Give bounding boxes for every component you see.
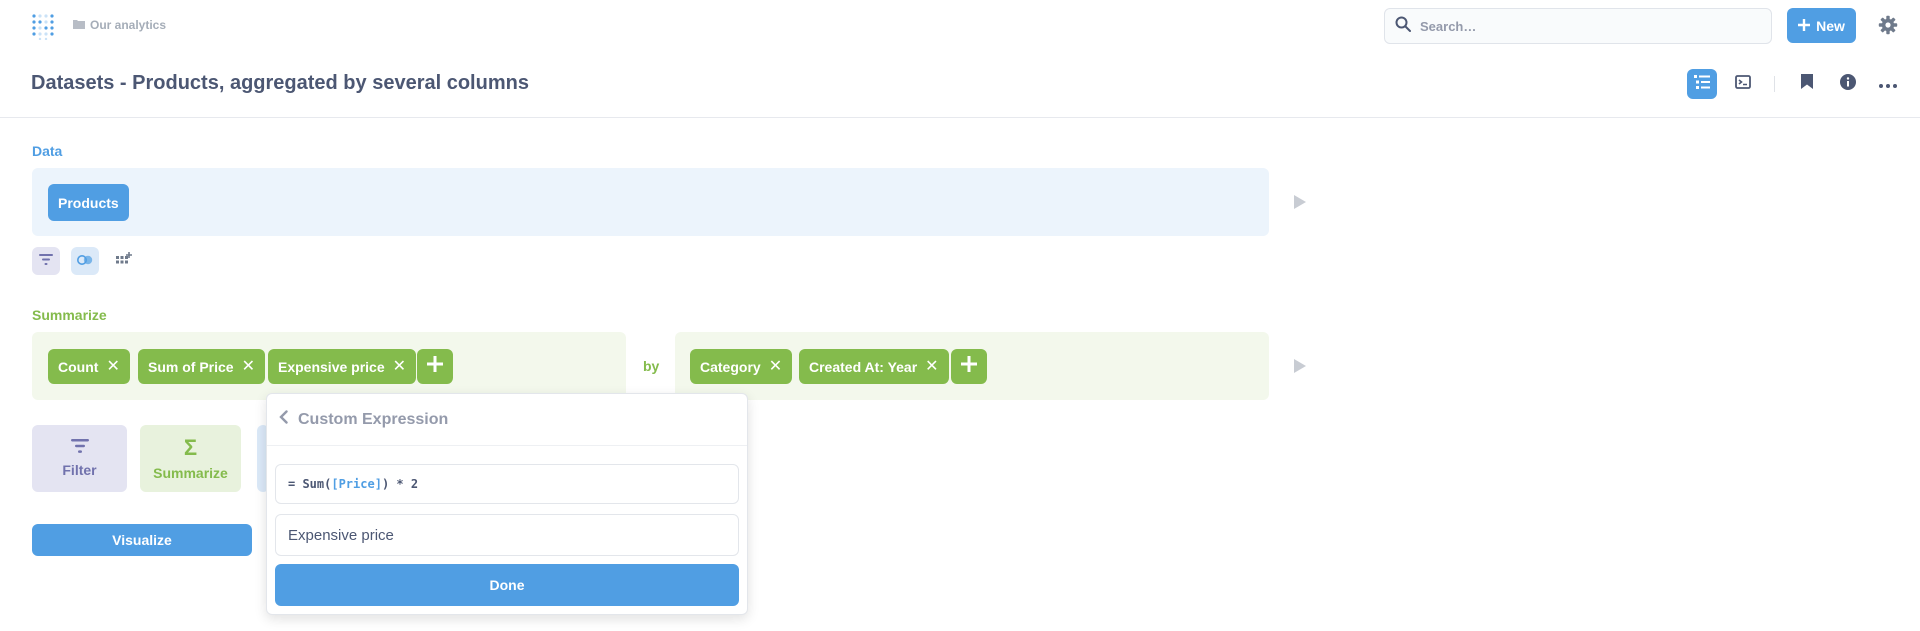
header-divider xyxy=(1774,76,1775,92)
more-options-button[interactable] xyxy=(1873,69,1903,99)
sigma-icon: Σ xyxy=(183,434,198,460)
bookmark-icon xyxy=(1801,74,1813,94)
data-step-container xyxy=(32,168,1269,236)
search-bar[interactable] xyxy=(1384,8,1772,44)
info-button[interactable] xyxy=(1833,69,1863,99)
plus-icon xyxy=(427,356,443,377)
search-input[interactable] xyxy=(1420,18,1740,34)
search-icon xyxy=(1395,16,1411,37)
plus-icon xyxy=(1798,18,1811,34)
plus-icon xyxy=(961,356,977,377)
info-icon xyxy=(1840,73,1856,95)
breadcrumb[interactable]: Our analytics xyxy=(73,18,166,32)
popover-title: Custom Expression xyxy=(298,410,449,428)
add-breakout-button[interactable] xyxy=(951,349,987,384)
add-metric-button[interactable] xyxy=(417,349,453,384)
add-column-icon xyxy=(116,251,132,271)
custom-expression-popover: Custom Expression = Sum([Price]) * 2 Don… xyxy=(266,393,748,615)
ellipsis-icon xyxy=(1879,75,1897,93)
metabase-logo-icon[interactable] xyxy=(32,12,56,41)
done-button[interactable]: Done xyxy=(275,564,739,606)
filter-icon xyxy=(70,439,89,456)
question-header: Datasets - Products, aggregated by sever… xyxy=(0,50,1920,118)
console-icon xyxy=(1735,74,1751,94)
sql-preview-button[interactable] xyxy=(1728,69,1758,99)
new-button-label: New xyxy=(1816,17,1845,34)
folder-icon xyxy=(73,18,85,32)
breadcrumb-collection[interactable]: Our analytics xyxy=(90,18,166,32)
preview-summarize-play-icon[interactable] xyxy=(1294,359,1306,373)
custom-column-mini-button[interactable] xyxy=(110,247,138,275)
preview-data-play-icon[interactable] xyxy=(1294,195,1306,209)
popover-header[interactable]: Custom Expression xyxy=(267,394,747,446)
visualize-button[interactable]: Visualize xyxy=(32,524,252,556)
by-label: by xyxy=(643,358,660,374)
expression-editor[interactable]: = Sum([Price]) * 2 xyxy=(275,464,739,504)
bookmark-button[interactable] xyxy=(1792,69,1822,99)
join-icon xyxy=(77,252,93,270)
metric-pill-count[interactable]: Count ✕ xyxy=(48,349,130,384)
breakout-label: Category xyxy=(700,358,761,375)
join-data-mini-button[interactable] xyxy=(71,247,99,275)
metric-label: Expensive price xyxy=(278,358,385,375)
expression-prefix: = Sum( xyxy=(288,477,332,491)
filter-action-button[interactable]: Filter xyxy=(32,425,127,492)
notebook-icon xyxy=(1694,74,1710,94)
gear-icon[interactable] xyxy=(1878,15,1898,35)
new-button[interactable]: New xyxy=(1787,8,1856,43)
data-step-label: Data xyxy=(32,143,63,159)
close-icon[interactable]: ✕ xyxy=(106,358,119,375)
close-icon[interactable]: ✕ xyxy=(925,358,938,375)
breakout-pill-created-at-year[interactable]: Created At: Year ✕ xyxy=(799,349,949,384)
filter-action-label: Filter xyxy=(62,462,97,478)
breakout-label: Created At: Year xyxy=(809,358,918,375)
close-icon[interactable]: ✕ xyxy=(393,358,406,375)
summarize-action-label: Summarize xyxy=(153,464,228,481)
expression-field-ref: [Price] xyxy=(331,477,382,491)
expression-suffix: ) * 2 xyxy=(381,477,419,491)
source-table-pill[interactable]: Products xyxy=(48,184,129,221)
summarize-step-label: Summarize xyxy=(32,307,107,323)
close-icon[interactable]: ✕ xyxy=(242,358,255,375)
metric-pill-expensive-price[interactable]: Expensive price ✕ xyxy=(268,349,417,384)
summarize-action-button[interactable]: Σ Summarize xyxy=(140,425,241,492)
metric-label: Count xyxy=(58,358,99,375)
metric-label: Sum of Price xyxy=(148,358,234,375)
top-nav-bar: Our analytics New xyxy=(0,0,1920,50)
chevron-left-icon[interactable] xyxy=(279,410,288,429)
close-icon[interactable]: ✕ xyxy=(769,358,782,375)
metric-pill-sum-of-price[interactable]: Sum of Price ✕ xyxy=(138,349,265,384)
expression-name-input[interactable] xyxy=(275,514,739,556)
page-title[interactable]: Datasets - Products, aggregated by sever… xyxy=(31,72,529,95)
add-filter-mini-button[interactable] xyxy=(32,247,60,275)
notebook-editor-button[interactable] xyxy=(1687,69,1717,99)
breakout-pill-category[interactable]: Category ✕ xyxy=(690,349,793,384)
filter-icon xyxy=(39,252,53,270)
